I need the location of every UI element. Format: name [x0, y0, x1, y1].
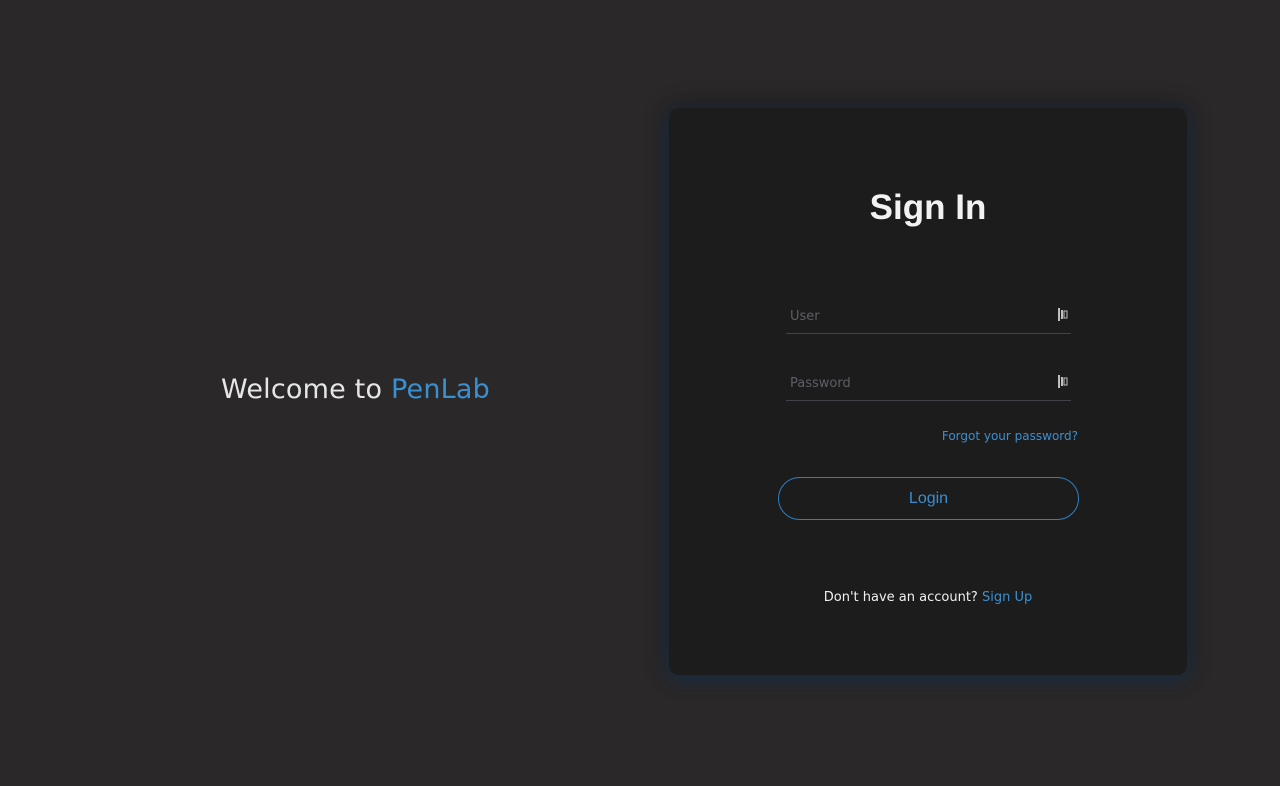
password-field	[786, 367, 1071, 401]
password-manager-icon[interactable]	[1058, 375, 1068, 388]
welcome-heading: Welcome to PenLab	[221, 374, 490, 405]
login-button[interactable]: Login	[778, 477, 1079, 520]
welcome-text: Welcome to	[221, 374, 391, 405]
no-account-text: Don't have an account?	[823, 590, 982, 605]
user-input[interactable]	[786, 300, 1071, 333]
signup-link[interactable]: Sign Up	[982, 590, 1032, 605]
password-input[interactable]	[786, 367, 1071, 400]
signin-title: Sign In	[869, 188, 987, 227]
signin-card: Sign In Forgot your password? Login Don'…	[669, 108, 1187, 675]
password-manager-icon[interactable]	[1058, 308, 1068, 321]
user-field	[786, 300, 1071, 334]
signup-prompt: Don't have an account? Sign Up	[669, 590, 1187, 605]
forgot-password-link[interactable]: Forgot your password?	[942, 429, 1078, 443]
brand-name: PenLab	[390, 374, 490, 405]
